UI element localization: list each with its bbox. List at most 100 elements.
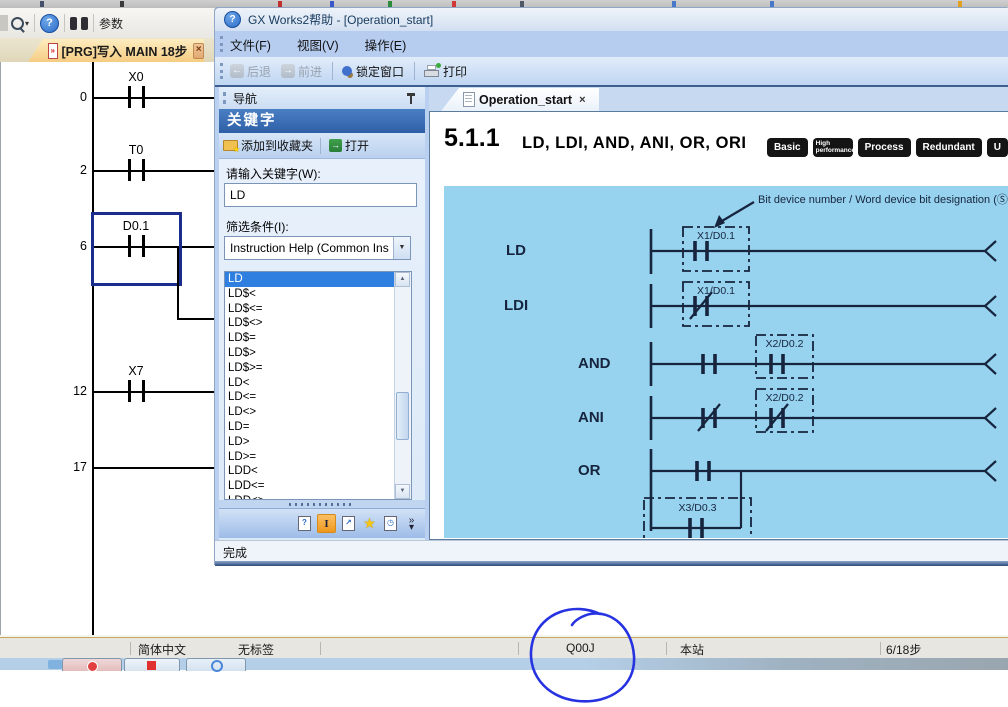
clipped-icon	[520, 1, 524, 7]
taskbar-button[interactable]	[124, 658, 180, 671]
taskbar-button[interactable]	[186, 658, 246, 671]
panel-splitter[interactable]	[219, 500, 425, 508]
tab-operation-start[interactable]: Operation_start ×	[441, 88, 599, 111]
history-tab-button[interactable]: ◷	[382, 515, 399, 532]
nav-title-bar: 导航	[219, 87, 425, 109]
tab-close-button[interactable]: ×	[193, 43, 204, 59]
ladder-left-rail	[92, 62, 94, 635]
help-app-icon: ?	[224, 11, 241, 28]
list-item[interactable]: LDD<	[225, 464, 411, 479]
dropdown-arrow-icon[interactable]: ▼	[393, 237, 410, 259]
toolbar-separator	[64, 14, 65, 32]
list-item[interactable]: LD<=	[225, 390, 411, 405]
find-binoculars-button[interactable]	[70, 17, 88, 30]
menu-grip	[220, 36, 223, 52]
clipped-icon	[120, 1, 124, 7]
keyword-tab-button[interactable]: I	[317, 514, 336, 533]
instruction-diagram: Bit device number / Word device bit desi…	[444, 186, 1008, 538]
status-separator	[880, 642, 881, 655]
autohide-pin-icon[interactable]	[407, 93, 415, 104]
search-tab-button[interactable]: ↗	[340, 515, 357, 532]
cursor-selection-box	[91, 212, 182, 286]
list-item[interactable]: LD$>=	[225, 361, 411, 376]
scroll-down-icon[interactable]: ▼	[395, 484, 410, 499]
list-item[interactable]: LD$<>	[225, 316, 411, 331]
help-content-pane: Operation_start × 5.1.1 LD, LDI, AND, AN…	[429, 87, 1008, 540]
diagram-annotation: Bit device number / Word device bit desi…	[758, 191, 1008, 207]
doc-tab-label: Operation_start	[479, 93, 572, 107]
ladder-editor[interactable]: 0 X0 2 T0 6 D0.1 12 X7 17	[0, 62, 216, 635]
navigation-panel: 导航 关键字 添加到收藏夹 → 打开 请输入关键字(W): 筛选条件(I): I…	[219, 87, 425, 540]
badge-process: Process	[858, 138, 911, 157]
help-title-bar[interactable]: ? GX Works2帮助 - [Operation_start]	[215, 8, 1008, 31]
print-label: 打印	[443, 63, 467, 80]
list-item[interactable]: LDD<=	[225, 479, 411, 494]
menu-operate[interactable]: 操作(E)	[365, 35, 407, 54]
parameters-button[interactable]: 参数	[99, 15, 123, 32]
scroll-up-icon[interactable]: ▲	[395, 272, 410, 287]
list-item[interactable]: LD=	[225, 420, 411, 435]
forward-arrow-icon: →	[281, 64, 295, 78]
taskbar-icon[interactable]	[48, 660, 62, 669]
instruction-label: OR	[578, 462, 601, 479]
page-icon	[463, 92, 475, 107]
filter-dropdown[interactable]: Instruction Help (Common Ins ▼	[224, 236, 411, 260]
doc-tab-close-button[interactable]: ×	[579, 94, 585, 106]
contents-tab-button[interactable]: ?	[296, 515, 313, 532]
taskbar-strip	[0, 658, 1008, 670]
menu-view[interactable]: 视图(V)	[297, 35, 339, 54]
list-item[interactable]: LD$>	[225, 346, 411, 361]
contact-bar	[128, 159, 131, 181]
step-number: 2	[55, 163, 87, 177]
list-scrollbar[interactable]: ▲ ▼	[394, 272, 411, 499]
help-window-title: GX Works2帮助 - [Operation_start]	[248, 11, 433, 28]
help-status-bar: 完成	[215, 540, 1008, 561]
open-arrow-icon: →	[329, 139, 342, 152]
forward-label: 前进	[298, 63, 322, 80]
print-button[interactable]: 打印	[424, 63, 467, 80]
list-item[interactable]: LD	[225, 272, 411, 287]
screen: ▾ ? 参数 » [PRG]写入 MAIN 18步 × 0 X0 2 T0 6	[0, 0, 1008, 707]
forward-button[interactable]: → 前进	[281, 63, 322, 80]
keyword-input[interactable]	[224, 183, 417, 207]
more-tabs-button[interactable]: »▾	[403, 515, 420, 532]
help-button[interactable]: ?	[40, 14, 59, 33]
back-button[interactable]: ← 后退	[230, 63, 271, 80]
list-item[interactable]: LD$=	[225, 331, 411, 346]
device-label: T0	[106, 143, 166, 157]
list-item[interactable]: LD>=	[225, 450, 411, 465]
history-icon: ◷	[384, 516, 397, 531]
device-operand-label: X1/D0.1	[683, 230, 749, 242]
list-item[interactable]: LD<	[225, 376, 411, 391]
contact-bar	[142, 159, 145, 181]
taskbar-button[interactable]	[62, 658, 122, 671]
main-status-bar: 简体中文 无标签 Q00J 本站 6/18步	[0, 637, 1008, 659]
add-favorite-button[interactable]: 添加到收藏夹	[241, 137, 313, 154]
list-item[interactable]: LD$<=	[225, 302, 411, 317]
scrollbar-thumb[interactable]	[396, 392, 409, 440]
status-separator	[130, 642, 131, 655]
menu-file[interactable]: 文件(F)	[230, 35, 271, 54]
list-item[interactable]: LD<>	[225, 405, 411, 420]
keyword-listbox[interactable]: LD LD$< LD$<= LD$<> LD$= LD$> LD$>= LD< …	[224, 271, 412, 500]
badge-basic: Basic	[767, 138, 808, 157]
status-steps: 6/18步	[886, 641, 921, 658]
clipped-icon	[452, 1, 456, 7]
device-search-button[interactable]: ▾	[11, 17, 29, 30]
list-item[interactable]: LD>	[225, 435, 411, 450]
rung-line	[92, 170, 216, 172]
lock-window-button[interactable]: 锁定窗口	[342, 63, 404, 80]
clipped-icon	[278, 1, 282, 7]
tab-prg-main[interactable]: » [PRG]写入 MAIN 18步 ×	[28, 39, 204, 62]
favorites-tab-button[interactable]: ★	[361, 515, 378, 532]
list-item[interactable]: LD$<	[225, 287, 411, 302]
open-button[interactable]: 打开	[345, 137, 369, 154]
favorites-toolbar: 添加到收藏夹 → 打开	[219, 133, 425, 159]
rung-line	[92, 391, 216, 393]
contact-bar	[142, 380, 145, 402]
add-favorite-icon	[223, 140, 238, 151]
status-plc-type: Q00J	[566, 641, 595, 655]
clipped-icon	[672, 1, 676, 7]
blue-app-icon	[211, 660, 223, 672]
document-tab-bar: Operation_start ×	[429, 87, 1008, 111]
